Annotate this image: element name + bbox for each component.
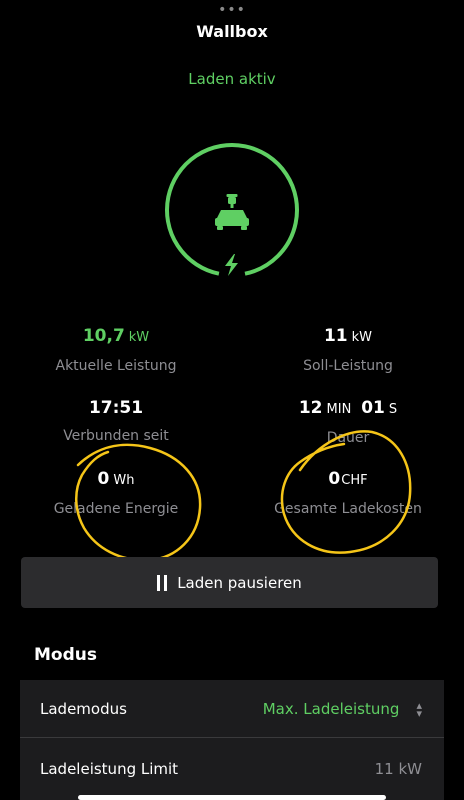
stat-cost: 0CHF Gesamte Ladekosten (232, 469, 464, 517)
energy-value: 0 (97, 469, 110, 489)
duration-min-value: 12 (298, 398, 323, 418)
cost-label: Gesamte Ladekosten (274, 501, 422, 517)
charging-status: Laden aktiv (188, 70, 276, 88)
stat-current-power: 10,7 kW Aktuelle Leistung (0, 326, 232, 374)
pause-icon (157, 574, 168, 591)
charge-mode-row[interactable]: Lademodus Max. Ladeleistung ▴ ▾ (20, 680, 444, 738)
drag-handle[interactable]: ••• (0, 2, 464, 18)
page-title: Wallbox (196, 22, 268, 41)
target-power-value: 11 (323, 326, 348, 346)
chevron-up-down-icon: ▴ ▾ (416, 698, 422, 720)
charge-mode-label: Lademodus (40, 699, 127, 718)
pause-charging-label: Laden pausieren (177, 573, 302, 592)
car-charging-icon (215, 194, 249, 230)
current-power-unit: kW (128, 330, 150, 345)
charging-status-ring (165, 143, 299, 277)
current-power-label: Aktuelle Leistung (55, 358, 177, 374)
cost-value: 0 (328, 469, 341, 489)
cost-unit: CHF (341, 473, 368, 488)
target-power-unit: kW (351, 330, 373, 345)
energy-label: Geladene Energie (53, 501, 179, 517)
current-power-value: 10,7 (82, 326, 125, 346)
connected-since-label: Verbunden seit (63, 428, 169, 444)
home-indicator[interactable] (78, 795, 386, 800)
connected-since-value: 17:51 (88, 398, 144, 418)
charge-mode-value[interactable]: Max. Ladeleistung (263, 700, 400, 718)
duration-min-unit: MIN (326, 402, 352, 417)
charge-limit-value: 11 kW (374, 760, 422, 778)
charge-limit-label: Ladeleistung Limit (40, 760, 179, 778)
target-power-label: Soll-Leistung (303, 358, 393, 374)
stat-connected-since: 17:51 Verbunden seit (0, 398, 232, 444)
stat-energy: 0 Wh Geladene Energie (0, 469, 232, 517)
stat-duration: 12 MIN 01 S Dauer (232, 398, 464, 446)
duration-sec-value: 01 (361, 398, 385, 418)
section-title-mode: Modus (34, 645, 97, 665)
charge-limit-row[interactable]: Ladeleistung Limit 11 kW (20, 738, 444, 800)
duration-label: Dauer (326, 430, 370, 446)
mode-settings-panel: Lademodus Max. Ladeleistung ▴ ▾ Ladeleist… (20, 680, 444, 800)
lightning-bolt-icon (225, 254, 238, 276)
energy-unit: Wh (113, 473, 135, 488)
pause-charging-button[interactable]: Laden pausieren (21, 557, 438, 608)
stat-target-power: 11 kW Soll-Leistung (232, 326, 464, 374)
duration-sec-unit: S (388, 402, 398, 417)
